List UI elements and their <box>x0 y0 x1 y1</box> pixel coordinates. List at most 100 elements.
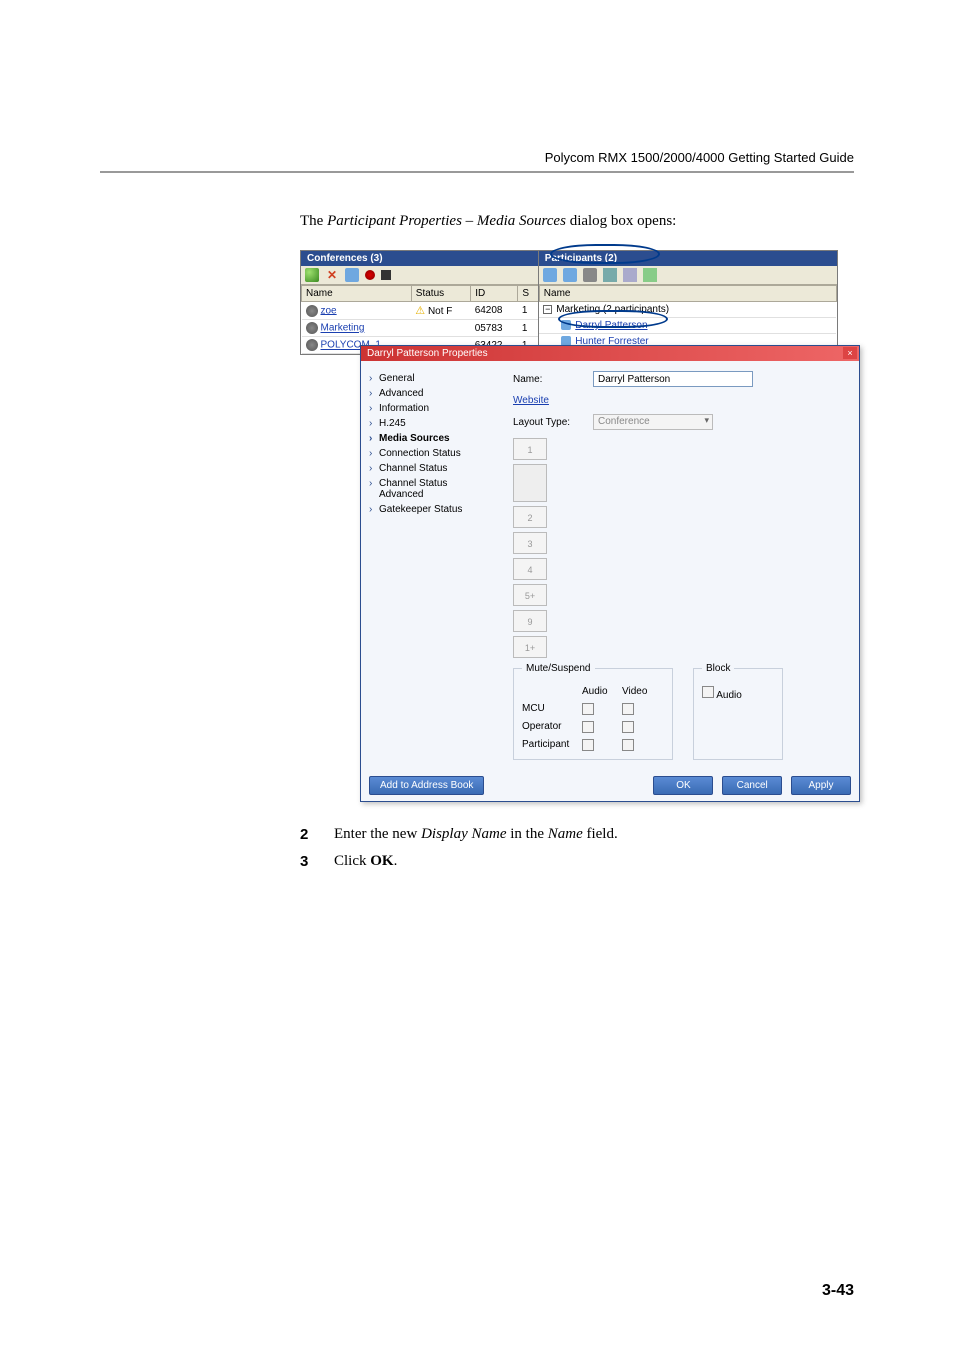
operator-audio-checkbox[interactable] <box>582 721 594 733</box>
mcu-video-checkbox[interactable] <box>622 703 634 715</box>
conference-icon <box>306 339 318 351</box>
col-id[interactable]: ID <box>471 286 518 302</box>
caption-prefix: The <box>300 213 327 229</box>
conf-name[interactable]: zoe <box>321 305 337 316</box>
add-participant-icon[interactable] <box>543 268 557 282</box>
block-audio-checkbox[interactable] <box>702 686 714 698</box>
layout-type-label: Layout Type: <box>513 417 583 428</box>
nav-h245[interactable]: H.245 <box>367 416 495 431</box>
row-mcu: MCU <box>522 703 582 715</box>
table-row[interactable]: −Marketing (2 participants) <box>539 302 836 318</box>
step-text: field. <box>583 826 618 842</box>
dialog-title-bar[interactable]: Darryl Patterson Properties × <box>361 346 859 361</box>
step-italic: Display Name <box>421 826 506 842</box>
conf-s: 1 <box>518 302 539 320</box>
layout-slot[interactable]: 1+ <box>513 636 547 658</box>
participant-audio-checkbox[interactable] <box>582 739 594 751</box>
layout-slot[interactable]: 5+ <box>513 584 547 606</box>
col-name[interactable]: Name <box>302 286 412 302</box>
apply-button[interactable]: Apply <box>791 776 851 795</box>
participant-video-checkbox[interactable] <box>622 739 634 751</box>
participant-properties-dialog: Darryl Patterson Properties × General Ad… <box>360 345 860 802</box>
participants-title: Participants (2) <box>539 251 837 266</box>
col-video: Video <box>622 686 662 697</box>
conf-s: 1 <box>518 320 539 337</box>
layout-slot[interactable] <box>513 464 547 502</box>
conf-name[interactable]: Marketing <box>321 323 365 334</box>
conferences-toolbar: ✕ <box>301 266 539 285</box>
speaker-icon[interactable] <box>643 268 657 282</box>
block-audio-label: Audio <box>716 690 742 701</box>
step-number: 2 <box>300 826 318 843</box>
table-row[interactable]: zoe ⚠ Not F 64208 1 <box>302 302 539 320</box>
delete-conference-icon[interactable]: ✕ <box>325 268 339 282</box>
step-bold: OK <box>370 853 393 869</box>
ok-button[interactable]: OK <box>653 776 713 795</box>
operator-video-checkbox[interactable] <box>622 721 634 733</box>
conference-icon <box>306 322 318 334</box>
table-row[interactable]: Marketing 05783 1 <box>302 320 539 337</box>
layout-type-dropdown[interactable]: Conference <box>593 414 713 430</box>
nav-channel-status-advanced[interactable]: Channel Status Advanced <box>367 476 495 502</box>
group-name: Marketing (2 participants) <box>556 304 669 315</box>
add-to-address-book-button[interactable]: Add to Address Book <box>369 776 484 795</box>
close-icon[interactable]: × <box>843 347 857 359</box>
cancel-button[interactable]: Cancel <box>722 776 782 795</box>
step-text: Enter the new <box>334 826 421 842</box>
layout-slot[interactable]: 9 <box>513 610 547 632</box>
nav-gatekeeper-status[interactable]: Gatekeeper Status <box>367 502 495 517</box>
conf-status: Not F <box>428 306 452 317</box>
step-2: 2 Enter the new Display Name in the Name… <box>300 826 854 843</box>
nav-channel-status[interactable]: Channel Status <box>367 461 495 476</box>
conf-id: 64208 <box>471 302 518 320</box>
row-operator: Operator <box>522 721 582 733</box>
participant-icon <box>561 320 571 330</box>
block-group: Block Audio <box>693 668 783 760</box>
website-link[interactable]: Website <box>513 395 549 406</box>
table-row[interactable]: Darryl Patterson <box>539 318 836 334</box>
dialog-main: Name: Website Layout Type: Conference 1 … <box>501 361 859 770</box>
layout-slot[interactable]: 1 <box>513 438 547 460</box>
nav-media-sources[interactable]: Media Sources <box>367 431 495 446</box>
warning-icon: ⚠ <box>415 305 425 317</box>
col-s[interactable]: S <box>518 286 539 302</box>
name-field[interactable] <box>593 371 753 387</box>
layout-slot[interactable]: 2 <box>513 506 547 528</box>
stop-icon[interactable] <box>381 270 391 280</box>
mute-icon[interactable] <box>583 268 597 282</box>
step-3: 3 Click OK. <box>300 853 854 870</box>
record-icon[interactable] <box>365 270 375 280</box>
participants-toolbar <box>539 266 837 285</box>
conf-status <box>411 320 470 337</box>
step-italic: Name <box>548 826 583 842</box>
collapse-icon[interactable]: − <box>543 305 552 314</box>
name-label: Name: <box>513 374 583 385</box>
conf-id: 05783 <box>471 320 518 337</box>
conferences-panel: Conferences (3) ✕ Name Status ID S zoe ⚠… <box>300 250 540 355</box>
new-conference-icon[interactable] <box>305 268 319 282</box>
nav-connection-status[interactable]: Connection Status <box>367 446 495 461</box>
layout-icon[interactable] <box>623 268 637 282</box>
layout-slots: 1 2 3 4 5+ 9 1+ <box>513 438 847 658</box>
participant-name[interactable]: Darryl Patterson <box>575 320 647 331</box>
user-icon[interactable] <box>345 268 359 282</box>
caption-suffix: dialog box opens: <box>566 213 676 229</box>
layout-slot[interactable]: 3 <box>513 532 547 554</box>
col-name[interactable]: Name <box>539 286 836 302</box>
page-header: Polycom RMX 1500/2000/4000 Getting Start… <box>100 150 854 173</box>
dialog-footer: Add to Address Book OK Cancel Apply <box>361 770 859 801</box>
participants-table: Name −Marketing (2 participants) Darryl … <box>539 285 837 350</box>
caption-italic: Participant Properties – Media Sources <box>327 213 566 229</box>
nav-general[interactable]: General <box>367 371 495 386</box>
dialog-nav: General Advanced Information H.245 Media… <box>361 361 501 770</box>
figure-caption: The Participant Properties – Media Sourc… <box>300 213 854 230</box>
layout-slot[interactable]: 4 <box>513 558 547 580</box>
add-participant-alt-icon[interactable] <box>563 268 577 282</box>
dialog-title: Darryl Patterson Properties <box>367 348 488 359</box>
nav-information[interactable]: Information <box>367 401 495 416</box>
col-status[interactable]: Status <box>411 286 470 302</box>
step-text: Click <box>334 853 370 869</box>
nav-advanced[interactable]: Advanced <box>367 386 495 401</box>
camera-icon[interactable] <box>603 268 617 282</box>
mcu-audio-checkbox[interactable] <box>582 703 594 715</box>
